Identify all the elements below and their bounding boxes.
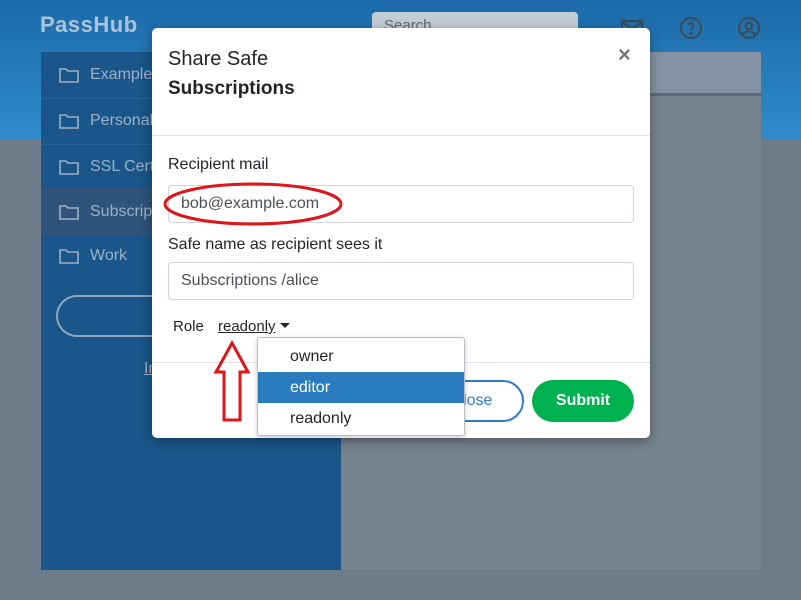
sidebar-item-label: Personal <box>90 112 154 129</box>
modal-subtitle: Subscriptions <box>168 78 295 99</box>
folder-icon <box>59 66 79 84</box>
role-label: Role <box>173 318 204 335</box>
submit-button[interactable]: Submit <box>532 380 634 422</box>
sidebar-item-label: SSL Cert <box>90 158 155 175</box>
folder-icon <box>59 112 79 130</box>
sidebar-item-label: Work <box>90 247 128 264</box>
folder-icon <box>59 247 79 265</box>
safe-name-field[interactable] <box>168 262 634 300</box>
help-icon[interactable] <box>679 16 703 40</box>
app-logo: PassHub <box>40 12 138 37</box>
modal-title: Share Safe <box>168 48 269 70</box>
close-icon[interactable]: × <box>618 44 631 66</box>
modal-header-divider <box>152 135 650 136</box>
role-dropdown-menu: owner editor readonly <box>257 337 465 436</box>
account-icon[interactable] <box>737 16 761 40</box>
role-dropdown-toggle[interactable]: readonly <box>218 318 290 335</box>
role-option-owner[interactable]: owner <box>258 341 464 372</box>
safe-name-label: Safe name as recipient sees it <box>168 236 383 253</box>
folder-icon <box>59 203 79 221</box>
sidebar-item-label: Example <box>90 66 153 83</box>
caret-down-icon <box>279 323 290 328</box>
role-option-readonly[interactable]: readonly <box>258 403 464 434</box>
sidebar-item-label: Subscrip <box>90 202 153 220</box>
folder-icon <box>59 158 79 176</box>
role-option-editor[interactable]: editor <box>258 372 464 403</box>
role-value: readonly <box>218 318 276 335</box>
recipient-mail-label: Recipient mail <box>168 156 269 173</box>
recipient-mail-field[interactable] <box>168 185 634 223</box>
